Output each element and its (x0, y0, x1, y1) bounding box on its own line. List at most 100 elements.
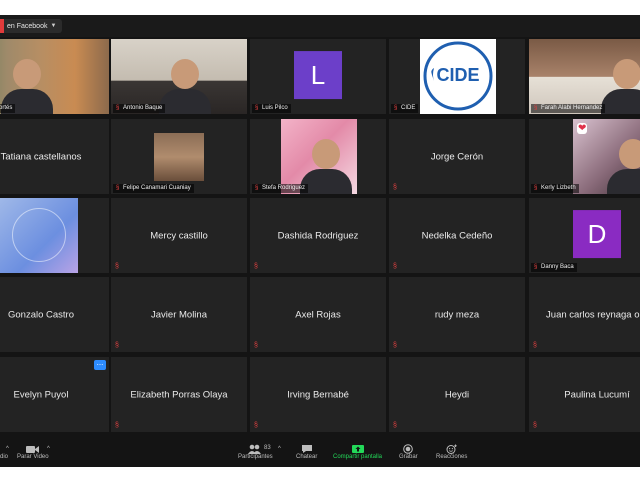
participant-name: Javier Molina (151, 309, 207, 320)
audio-button[interactable]: dio (0, 454, 8, 460)
participants-icon (248, 444, 262, 454)
camera-icon (25, 446, 39, 453)
participant-tile[interactable]: § (0, 198, 109, 273)
muted-mic-icon: § (116, 105, 120, 111)
participant-video (154, 133, 204, 181)
meeting-toolbar: dio ^ Parar Video ^ Participantes 83 ^ C… (0, 444, 640, 467)
participant-tile[interactable]: D § Danny Baca (529, 198, 640, 273)
participant-name: rudy meza (434, 309, 480, 320)
decorative-circle (12, 208, 66, 262)
participant-tile[interactable]: Dashida Rodriguez § (250, 198, 386, 273)
participant-tile[interactable]: Elizabeth Porras Olaya § (111, 357, 247, 432)
participant-name: Tatiana castellanos (0, 151, 82, 162)
cide-logo-text: CIDE (436, 65, 480, 85)
participant-tile[interactable]: rudy meza § (389, 277, 525, 352)
person-body (159, 89, 211, 114)
participant-name: Juan carlos reynaga ore (546, 309, 640, 320)
participant-tile[interactable]: §uel Cortés (0, 39, 109, 114)
participant-name: Axel Rojas (295, 309, 341, 320)
participant-tile[interactable]: § Felipe Canamari Cuaniay (111, 119, 247, 194)
muted-mic-icon: § (533, 342, 537, 349)
reactions-button[interactable]: Reacciones (436, 444, 467, 460)
participant-tile[interactable]: Heydi § (389, 357, 525, 432)
muted-mic-icon: § (534, 105, 538, 111)
participant-label: § Farah Alabi Hernandez (531, 104, 606, 113)
muted-mic-icon: § (115, 422, 119, 429)
participant-tile[interactable]: Axel Rojas § (250, 277, 386, 352)
muted-mic-icon: § (394, 105, 398, 111)
muted-mic-icon: § (393, 422, 397, 429)
participant-tile[interactable]: Jorge Cerón § (389, 119, 525, 194)
participant-label: § Kerly Lizbeth (531, 184, 579, 193)
participant-tile[interactable]: § Farah Alabi Hernandez (529, 39, 640, 114)
record-button[interactable]: Grabar (399, 444, 418, 460)
zoom-meeting-window: en Facebook ▼ §uel Cortés§Antonio BaqueL… (0, 15, 640, 467)
muted-mic-icon: § (534, 264, 538, 270)
caret-up-icon[interactable]: ^ (47, 446, 50, 452)
participant-name: Irving Bernabé (287, 389, 349, 400)
participant-label-text: Farah Alabi Hernandez (541, 105, 603, 111)
cide-logo: CIDE (420, 39, 496, 114)
chevron-down-icon: ▼ (50, 23, 57, 29)
participant-name: Dashida Rodriguez (277, 230, 359, 241)
participant-tile[interactable]: Tatiana castellanos§ (0, 119, 109, 194)
participant-tile[interactable]: Gonzalo Castro§ (0, 277, 109, 352)
share-screen-button[interactable]: Compartir pantalla (333, 444, 382, 460)
participant-avatar: L (294, 50, 342, 99)
participant-tile[interactable]: Irving Bernabé § (250, 357, 386, 432)
participant-label: § Felipe Canamari Cuaniay (113, 184, 194, 193)
participant-tile[interactable]: Juan carlos reynaga ore § (529, 277, 640, 352)
muted-mic-icon: § (255, 105, 259, 111)
participant-label-text: Kerly Lizbeth (541, 185, 576, 191)
caret-up-icon[interactable]: ^ (6, 446, 9, 452)
participant-tile[interactable]: Evelyn Puyol§... (0, 357, 109, 432)
participants-count: 83 (264, 445, 271, 451)
chat-button[interactable]: Chatear (296, 444, 317, 460)
person-silhouette (613, 59, 640, 89)
record-label: Grabar (399, 454, 418, 460)
participant-label: § Antonio Baque (113, 104, 166, 113)
participant-name: Paulina Lucumí (564, 389, 630, 400)
participant-label: § Danny Baca (531, 263, 577, 272)
participant-label-text: Danny Baca (541, 264, 574, 270)
participant-tile[interactable]: § Antonio Baque (111, 39, 247, 114)
reactions-label: Reacciones (436, 454, 468, 460)
live-facebook-badge[interactable]: en Facebook ▼ (0, 19, 63, 33)
more-options-icon[interactable]: ... (94, 359, 106, 370)
participant-tile[interactable]: Nedelka Cedeño § (389, 198, 525, 273)
caret-up-icon[interactable]: ^ (278, 446, 281, 452)
person-silhouette (312, 139, 340, 169)
participant-label-text: Felipe Canamari Cuaniay (123, 185, 191, 191)
shared-screen-preview (0, 198, 78, 273)
muted-mic-icon: § (533, 422, 537, 429)
muted-mic-icon: § (255, 185, 259, 191)
participant-label: § CIDE (391, 104, 419, 113)
participant-tile[interactable]: Mercy castillo § (111, 198, 247, 273)
muted-mic-icon: § (393, 263, 397, 270)
muted-mic-icon: § (254, 342, 258, 349)
participant-tile[interactable]: § Stefa Rodriguez (250, 119, 386, 194)
participant-name: Elizabeth Porras Olaya (130, 389, 228, 400)
audio-label: dio (0, 454, 9, 460)
muted-mic-icon: § (254, 263, 258, 270)
chat-label: Chatear (296, 454, 318, 460)
participant-name: Heydi (444, 389, 470, 400)
participant-label: §uel Cortés (0, 104, 16, 113)
participant-tile[interactable]: CIDE § CIDE (389, 39, 525, 114)
participant-tile[interactable]: Paulina Lucumí § (529, 357, 640, 432)
stop-video-button[interactable]: Parar Video (17, 444, 49, 460)
participant-label-text: uel Cortés (0, 105, 13, 111)
top-bar: en Facebook ▼ (0, 15, 640, 37)
live-indicator (0, 19, 4, 33)
participant-label: § Luis Pilco (252, 104, 291, 113)
muted-mic-icon: § (393, 184, 397, 191)
participant-name: Nedelka Cedeño (421, 230, 493, 241)
participant-tile[interactable]: L § Luis Pilco (250, 39, 386, 114)
participant-name: Gonzalo Castro (7, 309, 74, 320)
muted-mic-icon: § (254, 422, 258, 429)
participant-label-text: Luis Pilco (262, 105, 288, 111)
reactions-icon (446, 444, 457, 454)
participant-tile[interactable]: Javier Molina § (111, 277, 247, 352)
participant-tile[interactable]: ❤ § Kerly Lizbeth (529, 119, 640, 194)
chat-icon (301, 445, 312, 453)
